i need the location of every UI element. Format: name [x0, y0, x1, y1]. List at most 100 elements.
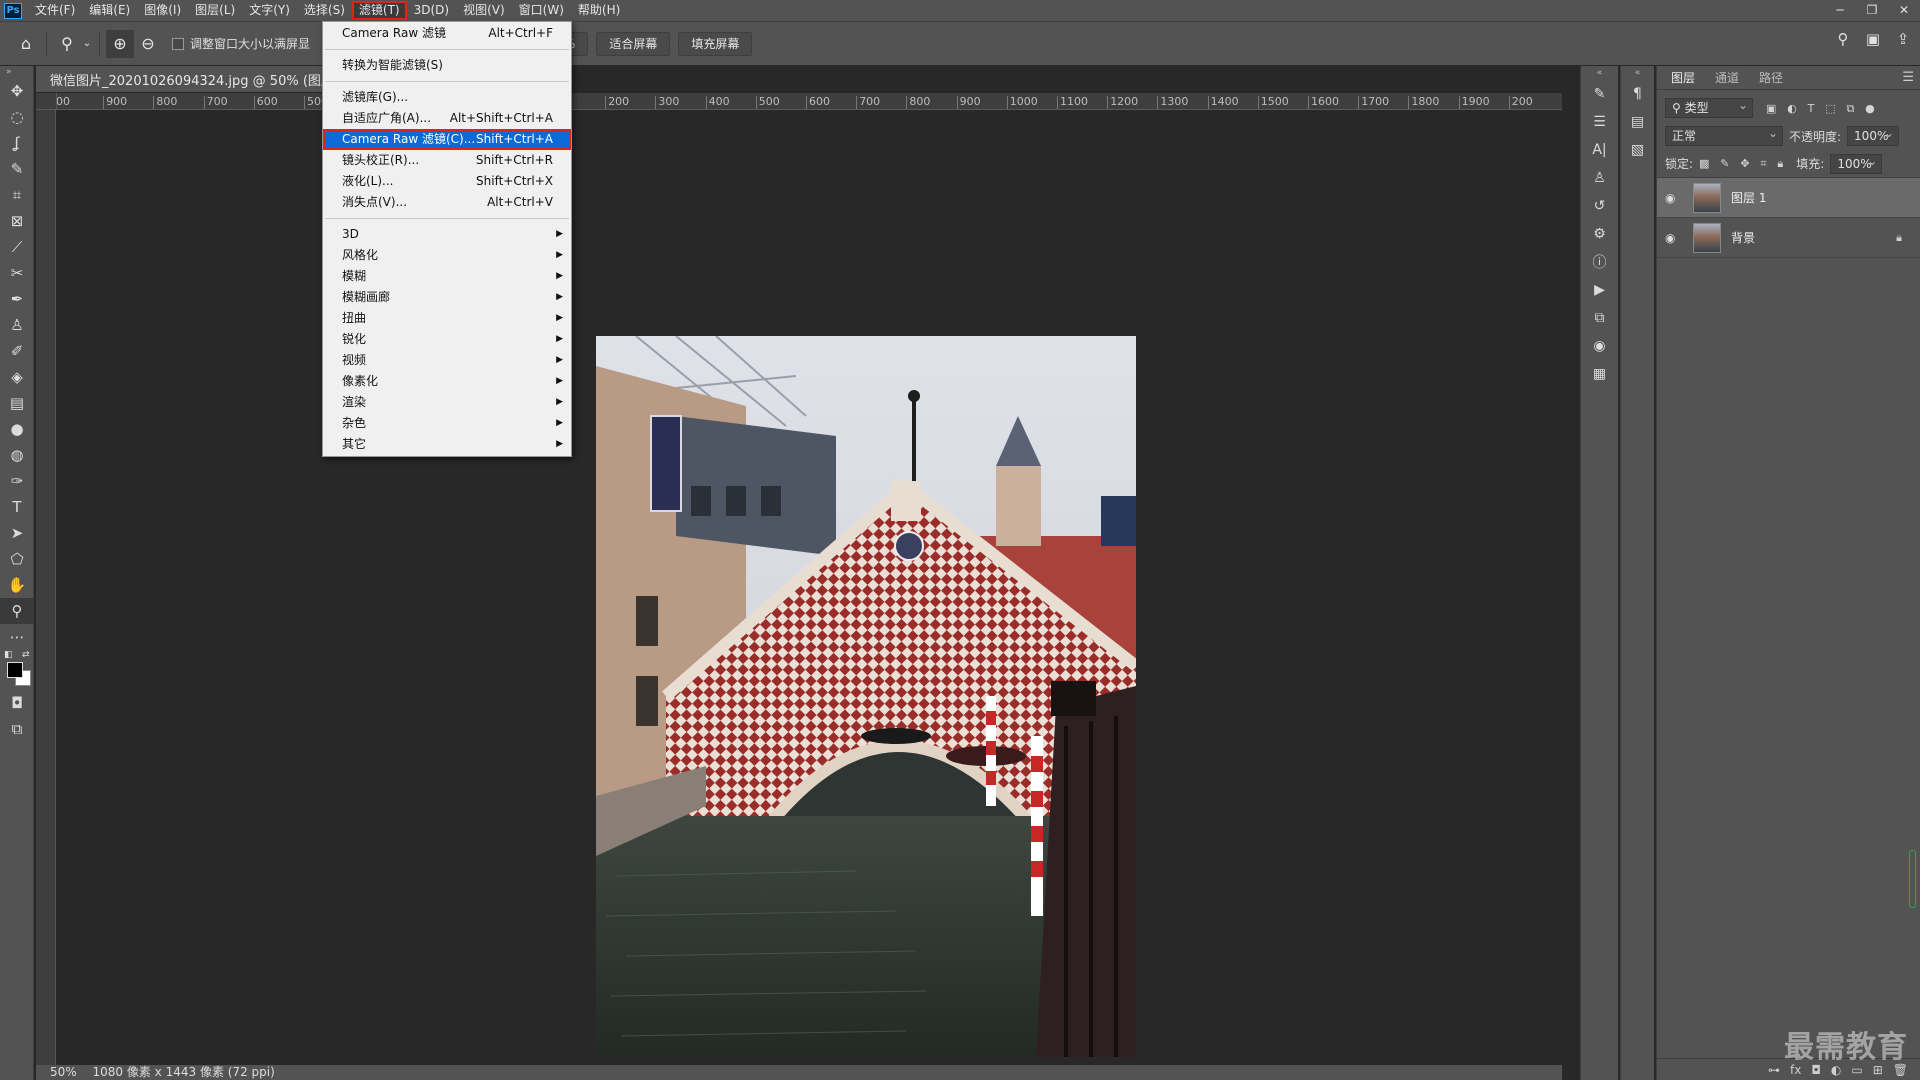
filter-menu-item[interactable]: 消失点(V)... Alt+Ctrl+V	[323, 192, 571, 213]
history-icon[interactable]: ↺	[1581, 192, 1618, 220]
canvas-area[interactable]	[57, 110, 1562, 1065]
search-icon[interactable]: ⚲	[1832, 30, 1854, 48]
menu-5[interactable]: 选择(S)	[297, 1, 352, 20]
menu-7[interactable]: 3D(D)	[407, 1, 456, 20]
scroll-indicator[interactable]	[1909, 850, 1916, 908]
table-icon[interactable]: ▦	[1581, 360, 1618, 388]
link-layers-icon[interactable]: ⊶	[1768, 1063, 1780, 1077]
layer-row[interactable]: ◉ 图层 1	[1657, 178, 1920, 218]
minimize-button[interactable]: ─	[1824, 0, 1856, 20]
properties-icon[interactable]: ⚙	[1581, 220, 1618, 248]
info-icon[interactable]: ⓘ	[1581, 248, 1618, 276]
filter-menu-item[interactable]: 滤镜库(G)...	[323, 87, 571, 108]
filter-menu-item[interactable]: 液化(L)... Shift+Ctrl+X	[323, 171, 571, 192]
3d-icon[interactable]: ◉	[1581, 332, 1618, 360]
restore-button[interactable]: ❐	[1856, 0, 1888, 20]
notes-icon[interactable]: ▧	[1621, 136, 1654, 164]
filter-menu-item[interactable]: 转换为智能滤镜(S)	[323, 55, 571, 76]
panel-menu-icon[interactable]: ☰	[1902, 70, 1914, 85]
chevron-down-icon[interactable]: ⌄	[81, 30, 93, 58]
frame-tool-icon[interactable]: ⊠	[0, 208, 34, 234]
vertical-ruler[interactable]	[36, 93, 56, 1065]
character-icon[interactable]: A|	[1581, 136, 1618, 164]
collapse-icon[interactable]: »	[0, 66, 33, 78]
brush-settings-icon[interactable]: ✎	[1581, 80, 1618, 108]
filter-menu-item[interactable]: 自适应广角(A)... Alt+Shift+Ctrl+A	[323, 108, 571, 129]
lock-transparent-icon[interactable]: ▩	[1699, 157, 1709, 170]
status-doc-info[interactable]: 1080 像素 x 1443 像素 (72 ppi)	[93, 1065, 275, 1079]
fit-screen-button[interactable]: 适合屏幕	[596, 31, 671, 56]
status-zoom[interactable]: 50%	[50, 1065, 77, 1079]
blend-mode-select[interactable]: 正常	[1665, 124, 1783, 146]
more-tools-icon[interactable]: ⋯	[0, 624, 34, 650]
visibility-eye-icon[interactable]: ◉	[1665, 231, 1685, 245]
tab-layers[interactable]: 图层	[1661, 67, 1706, 89]
hand-tool-icon[interactable]: ✋	[0, 572, 34, 598]
default-colors-icon[interactable]: ◧	[4, 650, 13, 660]
lock-all-icon[interactable]: 🔒︎	[1777, 157, 1783, 170]
filter-menu-item[interactable]: 锐化 ▶	[323, 329, 571, 350]
home-icon[interactable]: ⌂	[12, 30, 40, 58]
quick-mask-icon[interactable]: ◘	[0, 690, 34, 716]
filter-menu-item[interactable]: 视频 ▶	[323, 350, 571, 371]
menu-6[interactable]: 滤镜(T)	[351, 1, 407, 20]
workspace-icon[interactable]: ▣	[1862, 30, 1884, 48]
zoom-tool-icon[interactable]: ⚲	[0, 598, 34, 624]
shape-tool-icon[interactable]: ⬠	[0, 546, 34, 572]
opacity-input[interactable]: 100%	[1847, 124, 1900, 146]
libraries-icon[interactable]: ▤	[1621, 108, 1654, 136]
history-brush-icon[interactable]: ✐	[0, 338, 34, 364]
zoom-tool-icon[interactable]: ⚲	[53, 30, 81, 58]
filter-menu-item[interactable]: 像素化 ▶	[323, 371, 571, 392]
swap-colors-icon[interactable]: ⇄	[22, 650, 30, 660]
stamp-tool-icon[interactable]: ♙	[0, 312, 34, 338]
layer-row[interactable]: ◉ 背景 🔒︎	[1657, 218, 1920, 258]
menu-0[interactable]: 文件(F)	[28, 1, 82, 20]
adjustments-icon[interactable]: ☰	[1581, 108, 1618, 136]
swatches-icon[interactable]: ⧉	[1581, 304, 1618, 332]
dodge-tool-icon[interactable]: ◍	[0, 442, 34, 468]
clone-source-icon[interactable]: ♙	[1581, 164, 1618, 192]
quick-select-tool-icon[interactable]: ✎	[0, 156, 34, 182]
eraser-tool-icon[interactable]: ◈	[0, 364, 34, 390]
zoom-out-icon[interactable]: ⊖	[134, 30, 162, 58]
crop-tool-icon[interactable]: ⌗	[0, 182, 34, 208]
filter-smart-icon[interactable]: ⧉	[1846, 102, 1854, 115]
actions-icon[interactable]: ▶	[1581, 276, 1618, 304]
tab-paths[interactable]: 路径	[1749, 67, 1793, 89]
lock-pixels-icon[interactable]: ✎	[1720, 157, 1729, 170]
collapse-strip-icon[interactable]: «	[1581, 66, 1618, 80]
eyedropper-tool-icon[interactable]: ⟋	[0, 234, 34, 260]
blur-tool-icon[interactable]: ●	[0, 416, 34, 442]
filter-menu-item[interactable]: Camera Raw 滤镜 Alt+Ctrl+F	[323, 23, 571, 44]
filter-toggle-icon[interactable]: ●	[1865, 102, 1875, 115]
foreground-color[interactable]	[7, 662, 23, 678]
filter-menu-item[interactable]: 3D ▶	[323, 224, 571, 245]
pen-tool-icon[interactable]: ✑	[0, 468, 34, 494]
healing-tool-icon[interactable]: ✂	[0, 260, 34, 286]
resize-window-checkbox[interactable]	[172, 37, 184, 50]
fill-input[interactable]: 100%	[1830, 152, 1883, 174]
menu-2[interactable]: 图像(I)	[137, 1, 188, 20]
share-icon[interactable]: ⇪	[1892, 30, 1914, 48]
filter-menu-item[interactable]: 扭曲 ▶	[323, 308, 571, 329]
color-swatches[interactable]: ◧ ⇄	[0, 650, 34, 690]
marquee-tool-icon[interactable]: ◌	[0, 104, 34, 130]
fill-screen-button[interactable]: 填充屏幕	[678, 31, 753, 56]
menu-9[interactable]: 窗口(W)	[512, 1, 571, 20]
layer-thumbnail[interactable]	[1693, 182, 1721, 213]
paragraph-icon[interactable]: ¶	[1621, 80, 1654, 108]
type-tool-icon[interactable]: T	[0, 494, 34, 520]
menu-10[interactable]: 帮助(H)	[571, 1, 627, 20]
layer-name[interactable]: 图层 1	[1731, 189, 1766, 206]
tab-channels[interactable]: 通道	[1705, 67, 1749, 89]
horizontal-ruler[interactable]: 00 900 800 700 600 500 200 300 400 500 600 700 800 90…	[57, 93, 1562, 110]
screen-mode-icon[interactable]: ⧉	[0, 716, 34, 742]
lasso-tool-icon[interactable]: ʆ	[0, 130, 34, 156]
filter-menu-item[interactable]: 模糊画廊 ▶	[323, 287, 571, 308]
menu-3[interactable]: 图层(L)	[188, 1, 242, 20]
ruler-origin[interactable]	[36, 93, 57, 110]
path-select-icon[interactable]: ➤	[0, 520, 34, 546]
filter-adjust-icon[interactable]: ◐	[1787, 102, 1797, 115]
layer-filter-select[interactable]: ⚲ 类型	[1665, 96, 1753, 118]
